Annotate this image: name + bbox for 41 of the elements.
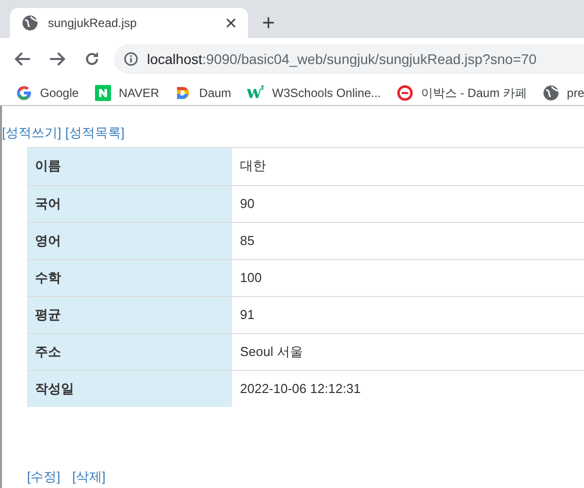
bookmark-link[interactable]: Google <box>40 84 79 102</box>
value-cell-text: 2022-10-06 12:12:31 <box>239 380 362 398</box>
value-cell-text: Seoul 서울 <box>239 342 304 361</box>
bookmark-link[interactable]: NAVER <box>118 84 160 102</box>
google-g-icon <box>16 84 32 100</box>
w3-icon <box>247 84 264 100</box>
label-cell: 영어 <box>27 222 232 258</box>
back-arrow-icon[interactable] <box>14 51 31 67</box>
browser-tab[interactable]: sungjukRead.jsp <box>10 8 248 38</box>
label-cell: 주소 <box>27 334 232 370</box>
globe-icon <box>542 84 559 100</box>
cafe-icon <box>396 84 413 100</box>
nav-link[interactable]: [성적목록] <box>65 123 124 142</box>
bookmark-link[interactable]: Daum <box>199 84 232 102</box>
url-text: localhost:9090/basic04_web/sungjuk/sungjukRead.jsp?sno=70 <box>147 50 537 69</box>
address-bar[interactable]: localhost:9090/basic04_web/sungjuk/sungjukRead.jsp?sno=70 <box>114 44 584 74</box>
nav-link[interactable]: [성적쓰기] <box>2 123 62 142</box>
action-link[interactable]: [삭제] <box>72 466 106 486</box>
label-cell: 작성일 <box>27 370 232 406</box>
naver-n-icon <box>94 84 111 100</box>
value-cell-text: 100 <box>239 268 263 287</box>
globe-icon <box>22 15 38 31</box>
label-cell: 평균 <box>27 296 232 332</box>
new-tab-button[interactable]: + <box>262 8 275 38</box>
bookmark-link[interactable]: W3Schools Online... <box>272 84 381 102</box>
value-cell-text: 91 <box>239 306 256 324</box>
forward-arrow-icon[interactable] <box>49 51 66 67</box>
label-cell: 수학 <box>27 260 232 296</box>
value-cell-text: 90 <box>239 194 256 213</box>
value-cell-text: 85 <box>239 232 256 250</box>
label-cell: 이름 <box>27 148 232 184</box>
value-cell-text: 대한 <box>239 157 267 176</box>
close-icon[interactable] <box>226 18 236 28</box>
bookmark-link[interactable]: pre <box>566 84 584 102</box>
daum-d-icon <box>175 84 192 100</box>
info-icon <box>124 52 138 66</box>
action-link[interactable]: [수정] <box>27 466 60 486</box>
reload-icon[interactable] <box>84 51 100 67</box>
tab-title: sungjukRead.jsp <box>48 15 138 32</box>
bookmark-link[interactable]: 이박스 - Daum 카페 <box>420 84 527 102</box>
label-cell: 국어 <box>27 186 232 222</box>
